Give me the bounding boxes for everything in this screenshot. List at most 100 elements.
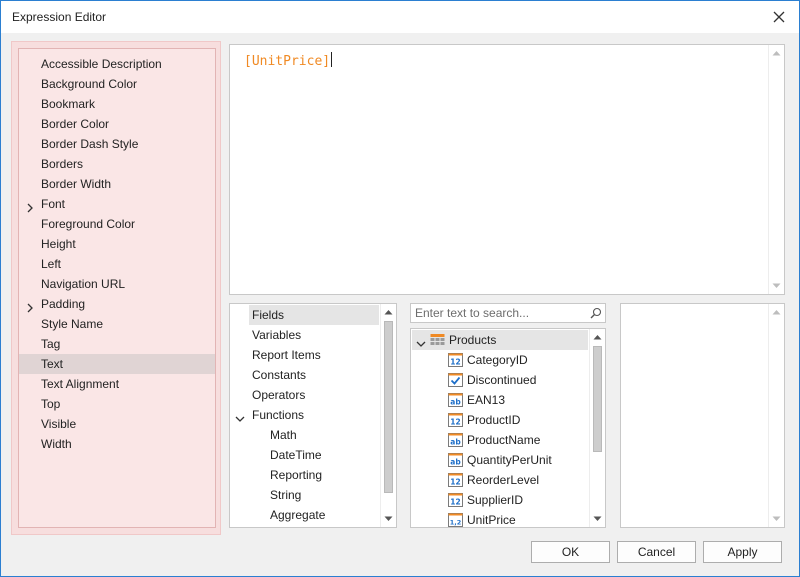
- property-item-navigation-url[interactable]: Navigation URL: [19, 274, 215, 294]
- category-item-math[interactable]: Math: [267, 425, 379, 445]
- fields-scrollbar[interactable]: [589, 329, 605, 527]
- property-label: Text Alignment: [41, 377, 120, 391]
- property-label: Navigation URL: [41, 277, 126, 291]
- category-item-datetime[interactable]: DateTime: [267, 445, 379, 465]
- scroll-up-arrow-icon[interactable]: [590, 329, 605, 345]
- property-item-borders[interactable]: Borders: [19, 154, 215, 174]
- property-item-width[interactable]: Width: [19, 434, 215, 454]
- property-item-style-name[interactable]: Style Name: [19, 314, 215, 334]
- chevron-right-icon[interactable]: [25, 199, 35, 213]
- decimal-icon: 1,2: [448, 513, 463, 527]
- expression-scrollbar[interactable]: [768, 45, 784, 294]
- expression-editor[interactable]: [UnitPrice]: [229, 44, 785, 295]
- category-item-aggregate[interactable]: Aggregate: [267, 505, 379, 525]
- field-item-categoryid[interactable]: 12 CategoryID: [412, 350, 588, 370]
- property-item-accessible-description[interactable]: Accessible Description: [19, 54, 215, 74]
- property-label: Text: [41, 357, 64, 371]
- field-item-productid[interactable]: 12 ProductID: [412, 410, 588, 430]
- close-button[interactable]: [769, 7, 789, 27]
- scroll-down-arrow-icon[interactable]: [381, 511, 396, 527]
- scroll-up-arrow-icon[interactable]: [769, 304, 784, 320]
- property-item-border-dash-style[interactable]: Border Dash Style: [19, 134, 215, 154]
- field-item-discontinued[interactable]: Discontinued: [412, 370, 588, 390]
- field-item-quantityperunit[interactable]: ab QuantityPerUnit: [412, 450, 588, 470]
- field-item-productname[interactable]: ab ProductName: [412, 430, 588, 450]
- field-label: Discontinued: [467, 373, 537, 387]
- category-item-functions[interactable]: Functions: [235, 405, 379, 425]
- property-panel: Accessible Description Background Color Bo…: [11, 41, 221, 535]
- property-item-tag[interactable]: Tag: [19, 334, 215, 354]
- category-label: Report Items: [252, 348, 321, 362]
- field-item-unitprice[interactable]: 1,2 UnitPrice: [412, 510, 588, 530]
- property-label: Font: [41, 197, 66, 211]
- category-label: Operators: [252, 388, 306, 402]
- property-item-text-alignment[interactable]: Text Alignment: [19, 374, 215, 394]
- category-item-variables[interactable]: Variables: [249, 325, 379, 345]
- field-item-ean13[interactable]: ab EAN13: [412, 390, 588, 410]
- category-list: Fields Variables Report Items Constants Oper…: [229, 303, 397, 528]
- property-item-foreground-color[interactable]: Foreground Color: [19, 214, 215, 234]
- property-item-bookmark[interactable]: Bookmark: [19, 94, 215, 114]
- category-scrollbar[interactable]: [380, 304, 396, 527]
- property-item-padding[interactable]: Padding: [19, 294, 215, 314]
- search-icon[interactable]: [590, 307, 602, 319]
- property-item-visible[interactable]: Visible: [19, 414, 215, 434]
- window-title: Expression Editor: [12, 10, 107, 24]
- property-item-text[interactable]: Text: [19, 354, 215, 374]
- description-scrollbar[interactable]: [768, 304, 784, 527]
- number-icon: 12: [448, 493, 463, 507]
- ok-button[interactable]: OK: [531, 541, 610, 563]
- scroll-down-arrow-icon[interactable]: [769, 278, 784, 294]
- svg-text:12: 12: [450, 498, 460, 507]
- field-item-reorderlevel[interactable]: 12 ReorderLevel: [412, 470, 588, 490]
- scroll-up-arrow-icon[interactable]: [381, 304, 396, 320]
- property-item-top[interactable]: Top: [19, 394, 215, 414]
- category-label: Fields: [252, 308, 285, 322]
- property-item-left[interactable]: Left: [19, 254, 215, 274]
- scroll-thumb[interactable]: [593, 346, 602, 452]
- category-item-constants[interactable]: Constants: [249, 365, 379, 385]
- category-item-string[interactable]: String: [267, 485, 379, 505]
- category-label: Functions: [252, 408, 305, 422]
- category-label: Variables: [252, 328, 302, 342]
- expression-editor-window: Expression Editor Accessible Description…: [0, 0, 800, 577]
- scroll-thumb[interactable]: [384, 321, 393, 493]
- property-item-border-width[interactable]: Border Width: [19, 174, 215, 194]
- field-label: QuantityPerUnit: [467, 453, 552, 467]
- number-icon: 12: [448, 473, 463, 487]
- category-item-fields[interactable]: Fields: [249, 305, 379, 325]
- svg-text:12: 12: [450, 358, 460, 367]
- property-item-height[interactable]: Height: [19, 234, 215, 254]
- property-label: Height: [41, 237, 76, 251]
- cancel-button[interactable]: Cancel: [617, 541, 696, 563]
- category-label: Reporting: [270, 468, 323, 482]
- chevron-right-icon[interactable]: [25, 299, 35, 313]
- property-label: Accessible Description: [41, 57, 162, 71]
- category-label: DateTime: [270, 448, 322, 462]
- category-item-operators[interactable]: Operators: [249, 385, 379, 405]
- search-input[interactable]: [411, 304, 587, 322]
- chevron-down-icon[interactable]: [416, 335, 426, 347]
- property-item-font[interactable]: Font: [19, 194, 215, 214]
- scroll-up-arrow-icon[interactable]: [769, 45, 784, 61]
- property-label: Background Color: [41, 77, 138, 91]
- chevron-down-icon[interactable]: [235, 410, 245, 422]
- category-item-report-items[interactable]: Report Items: [249, 345, 379, 365]
- category-label: Constants: [252, 368, 307, 382]
- property-label: Padding: [41, 297, 86, 311]
- expression-text[interactable]: [UnitPrice]: [244, 52, 333, 69]
- table-icon: [430, 333, 445, 347]
- category-item-reporting[interactable]: Reporting: [267, 465, 379, 485]
- field-label: SupplierID: [467, 493, 524, 507]
- field-item-supplierid[interactable]: 12 SupplierID: [412, 490, 588, 510]
- scroll-down-arrow-icon[interactable]: [590, 511, 605, 527]
- property-label: Foreground Color: [41, 217, 136, 231]
- apply-button[interactable]: Apply: [703, 541, 782, 563]
- tree-node-products[interactable]: Products: [412, 330, 588, 350]
- category-label: Math: [270, 428, 297, 442]
- string-icon: ab: [448, 453, 463, 467]
- property-item-border-color[interactable]: Border Color: [19, 114, 215, 134]
- property-item-background-color[interactable]: Background Color: [19, 74, 215, 94]
- svg-text:ab: ab: [450, 438, 461, 447]
- scroll-down-arrow-icon[interactable]: [769, 511, 784, 527]
